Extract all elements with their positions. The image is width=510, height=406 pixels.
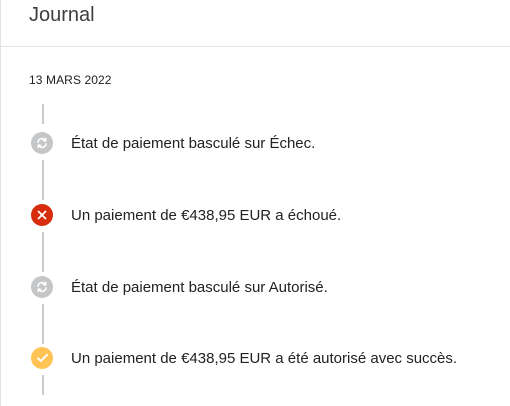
event-text: Un paiement de €438,95 EUR a été autoris…: [71, 349, 458, 367]
timeline-event: Un paiement de €438,95 EUR a été autoris…: [31, 346, 457, 370]
sync-icon: [31, 276, 53, 298]
timeline-date: 13 MARS 2022: [29, 73, 112, 87]
timeline-connector: [42, 232, 44, 272]
timeline-connector: [42, 304, 44, 344]
journal-header: Journal: [1, 0, 510, 47]
event-text: État de paiement basculé sur Échec.: [71, 134, 316, 152]
event-text: État de paiement basculé sur Autorisé.: [71, 278, 328, 296]
close-icon: [31, 204, 53, 226]
timeline-connector: [42, 160, 44, 200]
page-title: Journal: [29, 4, 95, 26]
sync-icon: [31, 132, 53, 154]
timeline-event: Un paiement de €438,95 EUR a échoué.: [31, 203, 341, 227]
timeline-event: État de paiement basculé sur Autorisé.: [31, 275, 328, 299]
timeline-connector: [42, 104, 44, 124]
checkmark-icon: [31, 347, 53, 369]
journal-panel: Journal 13 MARS 2022 État de paiement ba…: [0, 0, 510, 406]
timeline-connector: [42, 375, 44, 395]
timeline-event: État de paiement basculé sur Échec.: [31, 131, 315, 155]
event-text: Un paiement de €438,95 EUR a échoué.: [71, 206, 342, 224]
